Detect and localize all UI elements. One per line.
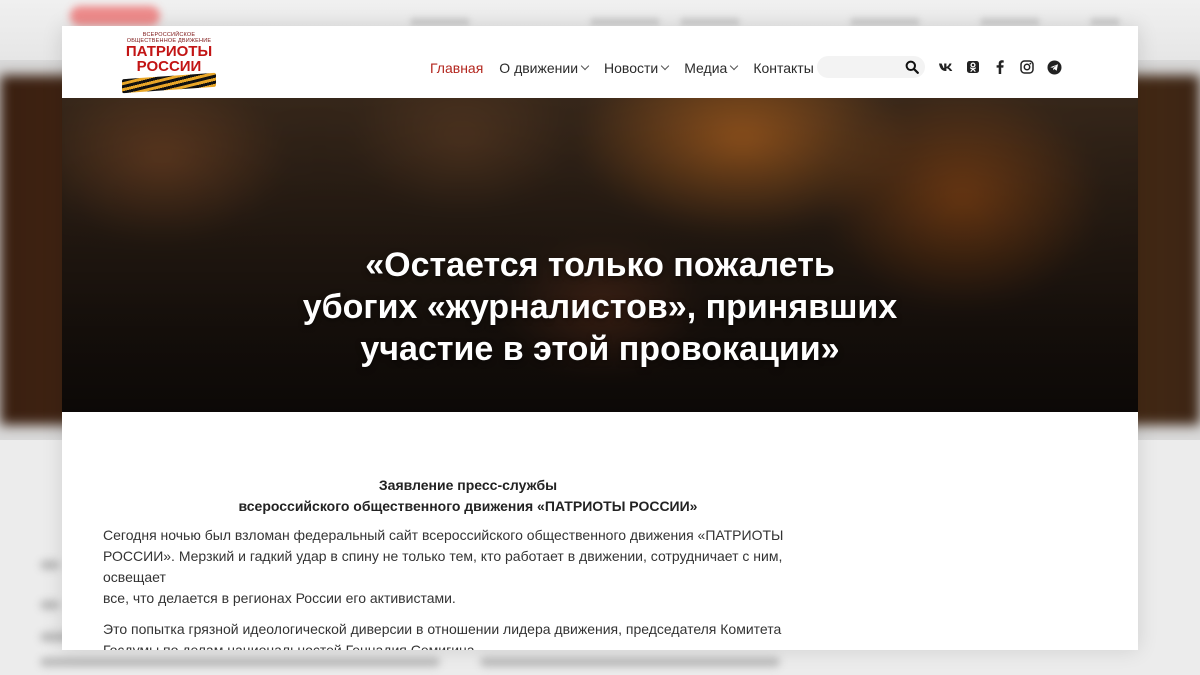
paragraph-line: Это попытка грязной идеологической дивер… — [103, 621, 782, 637]
chevron-down-icon — [730, 61, 739, 71]
paragraph-line: Сегодня ночью был взломан федеральный са… — [103, 527, 784, 543]
statement-line: Заявление пресс-службы — [378, 477, 558, 493]
nav-item-label: Контакты — [753, 60, 814, 76]
nav-item-news[interactable]: Новости — [604, 60, 670, 76]
nav-item-label: Главная — [430, 60, 484, 76]
backdrop-blur-line — [590, 18, 660, 26]
nav-item-contacts[interactable]: Контакты — [753, 60, 813, 76]
statement-line: всероссийского общественного движения «П… — [238, 498, 698, 514]
backdrop-blur-text — [480, 657, 780, 667]
hero-title-line: убогих «журналистов», принявших — [302, 288, 898, 326]
nav-item-label: Медиа — [684, 60, 728, 76]
backdrop-blur-line — [850, 18, 920, 26]
st-george-ribbon-icon — [122, 72, 216, 94]
search-box — [817, 56, 925, 78]
vk-icon[interactable] — [938, 59, 954, 75]
backdrop-blur-line — [980, 18, 1040, 26]
site-header: ВСЕРОССИЙСКОЕ ОБЩЕСТВЕННОЕ ДВИЖЕНИЕ ПАТР… — [62, 26, 1138, 98]
nav-item-label: О движении — [499, 60, 579, 76]
nav-item-label: Новости — [604, 60, 659, 76]
nav-item-about[interactable]: О движении — [499, 60, 590, 76]
statement-heading: Заявление пресс-службы всероссийского об… — [103, 475, 833, 517]
backdrop-pill — [70, 6, 160, 26]
hero-title: «Остается только пожалеть убогих «журнал… — [62, 244, 1138, 370]
backdrop-blur-text — [40, 600, 60, 610]
article-paragraph: Сегодня ночью был взломан федеральный са… — [103, 525, 833, 609]
article-paragraph: Это попытка грязной идеологической дивер… — [103, 619, 833, 650]
facebook-icon[interactable] — [992, 59, 1008, 75]
search-input[interactable] — [825, 59, 907, 77]
paragraph-line: все, что делается в регионах России его … — [103, 590, 456, 606]
backdrop-blur-text — [40, 560, 60, 570]
search-icon[interactable] — [905, 60, 919, 74]
instagram-icon[interactable] — [1019, 59, 1035, 75]
nav-item-media[interactable]: Медиа — [684, 60, 739, 76]
social-links — [938, 58, 1073, 76]
chevron-down-icon — [660, 61, 670, 71]
odnoklassniki-icon[interactable] — [965, 59, 981, 75]
paragraph-line: РОССИИ». Мерзкий и гадкий удар в спину н… — [103, 548, 783, 585]
backdrop-blur-line — [1090, 18, 1120, 26]
article-body: Заявление пресс-службы всероссийского об… — [103, 475, 833, 650]
chevron-down-icon — [580, 61, 590, 71]
main-nav: Главная О движении Новости Медиа Контакт… — [430, 58, 830, 78]
paragraph-line: Госдумы по делам национальностей Геннади… — [103, 642, 479, 650]
nav-item-home[interactable]: Главная — [430, 60, 483, 76]
backdrop-blur-line — [680, 18, 740, 26]
backdrop-blur-text — [40, 657, 440, 667]
hero-title-line: «Остается только пожалеть — [365, 246, 835, 284]
site-logo[interactable]: ВСЕРОССИЙСКОЕ ОБЩЕСТВЕННОЕ ДВИЖЕНИЕ ПАТР… — [120, 32, 218, 94]
telegram-icon[interactable] — [1046, 59, 1062, 75]
hero-banner: «Остается только пожалеть убогих «журнал… — [62, 98, 1138, 412]
logo-title: ПАТРИОТЫ РОССИИ — [120, 44, 218, 74]
logo-title-line: ПАТРИОТЫ — [125, 43, 213, 60]
hero-title-line: участие в этой провокации» — [360, 330, 840, 368]
page-card: ВСЕРОССИЙСКОЕ ОБЩЕСТВЕННОЕ ДВИЖЕНИЕ ПАТР… — [62, 26, 1138, 650]
backdrop-blur-line — [410, 18, 470, 26]
logo-title-line: РОССИИ — [136, 58, 202, 75]
